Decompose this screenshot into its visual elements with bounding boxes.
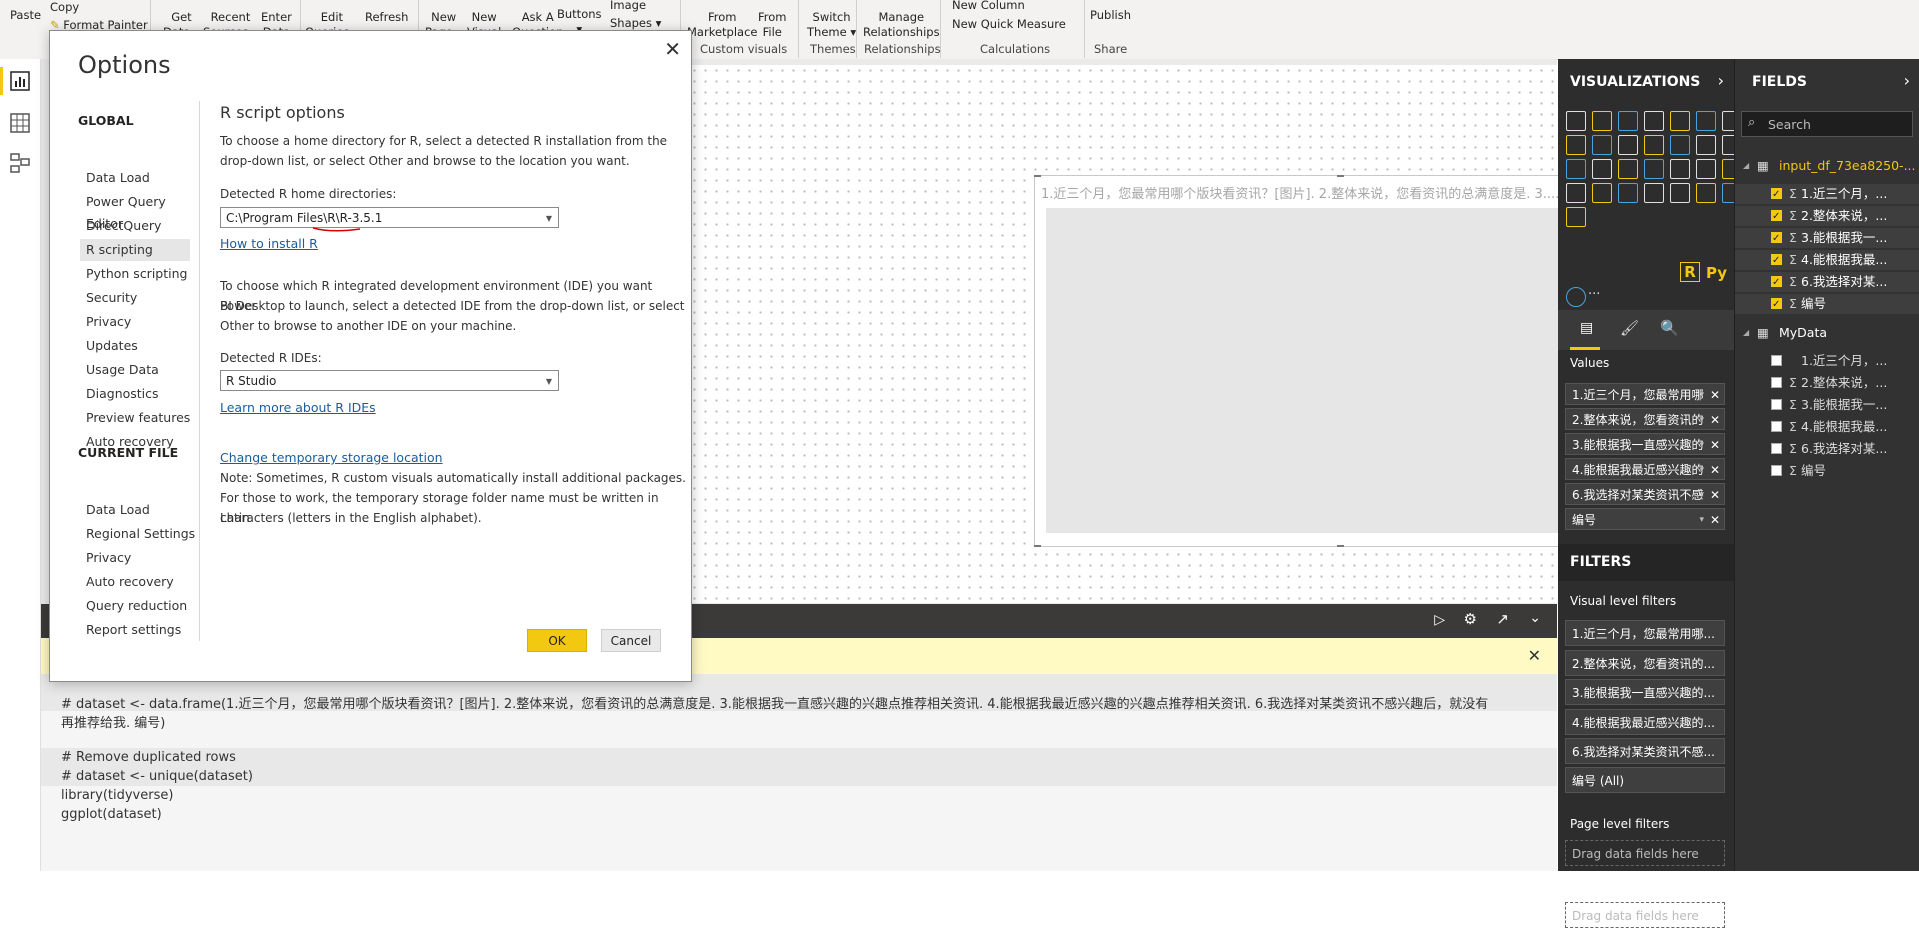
global-option-item[interactable]: Updates [86, 335, 196, 357]
intro-line: To choose a home directory for R, select… [220, 134, 668, 148]
global-option-item[interactable]: R scripting [80, 239, 190, 261]
global-option-item[interactable]: Preview features [86, 407, 196, 429]
r-ide-dropdown[interactable]: R Studio ▼ [220, 370, 559, 391]
report-filter-drop-zone[interactable]: Drag data fields here [1565, 902, 1725, 928]
global-option-item[interactable]: DirectQuery [86, 215, 196, 237]
options-dialog: Options ✕ GLOBAL CURRENT FILE R script o… [49, 30, 692, 682]
content-title: R script options [220, 103, 345, 122]
global-option-item[interactable]: Data Load [86, 167, 196, 189]
how-to-install-r-link[interactable]: How to install R [220, 236, 318, 251]
current-file-option-item[interactable]: Report settings [86, 619, 196, 641]
current-file-option-item[interactable]: Privacy [86, 547, 196, 569]
ide-label: Detected R IDEs: [220, 351, 322, 365]
ide-intro-line: BI Desktop to launch, select a detected … [220, 299, 685, 313]
dialog-divider [199, 101, 200, 641]
close-icon[interactable]: ✕ [664, 37, 681, 61]
global-option-item[interactable]: Python scripting [86, 263, 196, 285]
report-level-filters-label: Report level filters [1570, 879, 1681, 893]
change-storage-link[interactable]: Change temporary storage location [220, 450, 443, 465]
ok-button[interactable]: OK [527, 629, 587, 652]
cancel-button[interactable]: Cancel [601, 629, 661, 652]
ide-intro-line: Other to browse to another IDE on your m… [220, 319, 517, 333]
intro-line: drop-down list, or select Other and brow… [220, 154, 630, 168]
current-file-option-item[interactable]: Data Load [86, 499, 196, 521]
global-option-item[interactable]: Diagnostics [86, 383, 196, 405]
r-home-value: C:\Program Files\R\R-3.5.1 [226, 211, 383, 225]
note-line: characters (letters in the English alpha… [220, 511, 482, 525]
red-underline-annotation [312, 227, 361, 232]
global-option-item[interactable]: Usage Data [86, 359, 196, 381]
global-option-item[interactable]: Privacy [86, 311, 196, 333]
current-file-option-item[interactable]: Auto recovery [86, 571, 196, 593]
learn-more-ide-link[interactable]: Learn more about R IDEs [220, 400, 376, 415]
dialog-title: Options [78, 51, 171, 79]
current-file-option-item[interactable]: Regional Settings [86, 523, 196, 545]
global-option-item[interactable]: Security [86, 287, 196, 309]
r-ide-value: R Studio [226, 374, 277, 388]
chevron-down-icon: ▼ [545, 377, 552, 386]
note-line: Note: Sometimes, R custom visuals automa… [220, 471, 686, 485]
global-option-item[interactable]: Power Query Editor [86, 191, 196, 231]
home-dirs-label: Detected R home directories: [220, 187, 397, 201]
global-header: GLOBAL [78, 113, 134, 128]
modal-overlay: Options ✕ GLOBAL CURRENT FILE R script o… [0, 0, 1919, 871]
chevron-down-icon: ▼ [545, 214, 552, 223]
r-home-dropdown[interactable]: C:\Program Files\R\R-3.5.1 ▼ [220, 207, 559, 228]
current-file-option-item[interactable]: Query reduction [86, 595, 196, 617]
global-option-item[interactable]: Auto recovery [86, 431, 196, 453]
